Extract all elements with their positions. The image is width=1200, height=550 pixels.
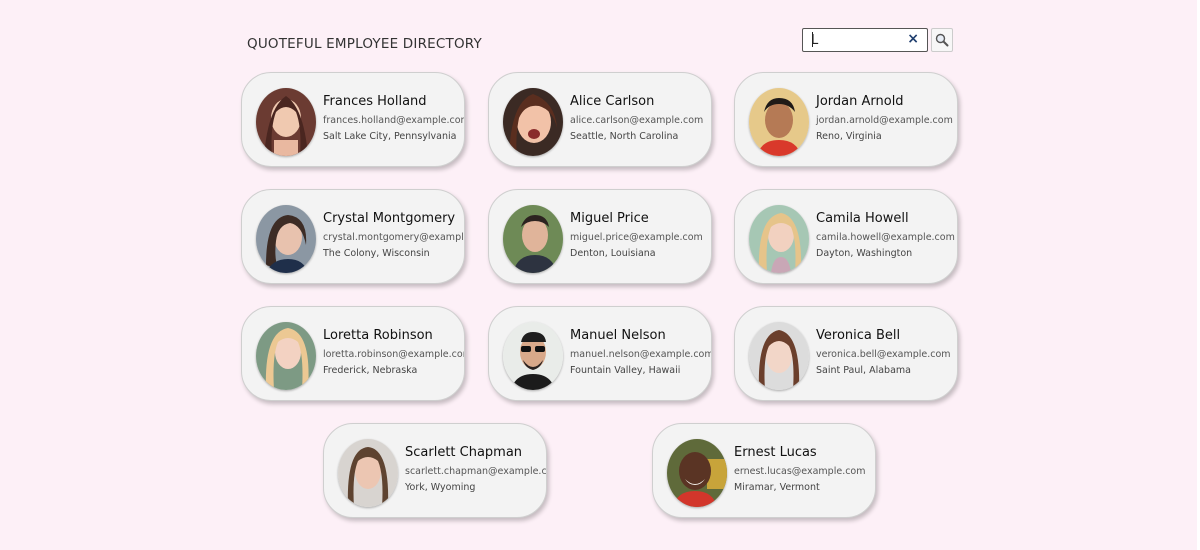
employee-email: scarlett.chapman@example.com bbox=[405, 466, 547, 477]
employee-name: Jordan Arnold bbox=[816, 94, 904, 109]
employee-name: Ernest Lucas bbox=[734, 445, 817, 460]
employee-card[interactable]: Scarlett Chapman scarlett.chapman@exampl… bbox=[323, 423, 547, 518]
employee-name: Miguel Price bbox=[570, 211, 649, 226]
search-bar: × bbox=[802, 28, 953, 52]
employee-name: Scarlett Chapman bbox=[405, 445, 523, 460]
page-title: QUOTEFUL EMPLOYEE DIRECTORY bbox=[247, 36, 482, 52]
directory-page: QUOTEFUL EMPLOYEE DIRECTORY × Frances Ho… bbox=[0, 0, 1200, 550]
close-icon[interactable]: × bbox=[907, 31, 919, 47]
employee-card[interactable]: Jordan Arnold jordan.arnold@example.com … bbox=[734, 72, 958, 167]
employee-location: Saint Paul, Alabama bbox=[816, 365, 911, 376]
avatar bbox=[749, 205, 809, 273]
employee-email: veronica.bell@example.com bbox=[816, 349, 951, 360]
employee-name: Alice Carlson bbox=[570, 94, 655, 109]
employee-card[interactable]: Loretta Robinson loretta.robinson@exampl… bbox=[241, 306, 465, 401]
avatar bbox=[749, 322, 809, 390]
avatar bbox=[503, 88, 563, 156]
employee-name: Frances Holland bbox=[323, 94, 427, 109]
employee-card[interactable]: Veronica Bell veronica.bell@example.com … bbox=[734, 306, 958, 401]
avatar bbox=[503, 322, 563, 390]
avatar bbox=[338, 439, 398, 507]
employee-name: Manuel Nelson bbox=[570, 328, 666, 343]
avatar bbox=[256, 88, 316, 156]
employee-email: loretta.robinson@example.com bbox=[323, 349, 465, 360]
employee-email: manuel.nelson@example.com bbox=[570, 349, 712, 360]
avatar bbox=[256, 322, 316, 390]
employee-card[interactable]: Alice Carlson alice.carlson@example.com … bbox=[488, 72, 712, 167]
employee-location: Fountain Valley, Hawaii bbox=[570, 365, 681, 376]
search-field[interactable]: × bbox=[802, 28, 928, 52]
employee-card[interactable]: Camila Howell camila.howell@example.com … bbox=[734, 189, 958, 284]
employee-email: crystal.montgomery@example.com bbox=[323, 232, 464, 243]
avatar bbox=[503, 205, 563, 273]
search-input[interactable] bbox=[803, 29, 899, 52]
employee-location: Frederick, Nebraska bbox=[323, 365, 418, 376]
employee-name: Loretta Robinson bbox=[323, 328, 433, 343]
employee-card[interactable]: Ernest Lucas ernest.lucas@example.com Mi… bbox=[652, 423, 876, 518]
employee-name: Camila Howell bbox=[816, 211, 909, 226]
employee-email: frances.holland@example.com bbox=[323, 115, 465, 126]
employee-location: Seattle, North Carolina bbox=[570, 131, 679, 142]
avatar bbox=[749, 88, 809, 156]
employee-card[interactable]: Miguel Price miguel.price@example.com De… bbox=[488, 189, 712, 284]
employee-email: ernest.lucas@example.com bbox=[734, 466, 866, 477]
employee-name: Veronica Bell bbox=[816, 328, 901, 343]
employee-location: Dayton, Washington bbox=[816, 248, 913, 259]
employee-card[interactable]: Crystal Montgomery crystal.montgomery@ex… bbox=[241, 189, 465, 284]
employee-location: Denton, Louisiana bbox=[570, 248, 656, 259]
employee-email: alice.carlson@example.com bbox=[570, 115, 704, 126]
employee-location: Miramar, Vermont bbox=[734, 482, 820, 493]
avatar bbox=[667, 439, 727, 507]
employee-location: The Colony, Wisconsin bbox=[323, 248, 430, 259]
employee-email: camila.howell@example.com bbox=[816, 232, 955, 243]
employee-location: York, Wyoming bbox=[405, 482, 476, 493]
search-icon bbox=[935, 33, 949, 47]
employee-card[interactable]: Frances Holland frances.holland@example.… bbox=[241, 72, 465, 167]
employee-email: jordan.arnold@example.com bbox=[816, 115, 953, 126]
employee-card[interactable]: Manuel Nelson manuel.nelson@example.com … bbox=[488, 306, 712, 401]
search-button[interactable] bbox=[931, 28, 953, 52]
employee-email: miguel.price@example.com bbox=[570, 232, 703, 243]
employee-name: Crystal Montgomery bbox=[323, 211, 456, 226]
employee-location: Reno, Virginia bbox=[816, 131, 882, 142]
avatar bbox=[256, 205, 316, 273]
text-caret bbox=[812, 32, 813, 47]
employee-location: Salt Lake City, Pennsylvania bbox=[323, 131, 457, 142]
